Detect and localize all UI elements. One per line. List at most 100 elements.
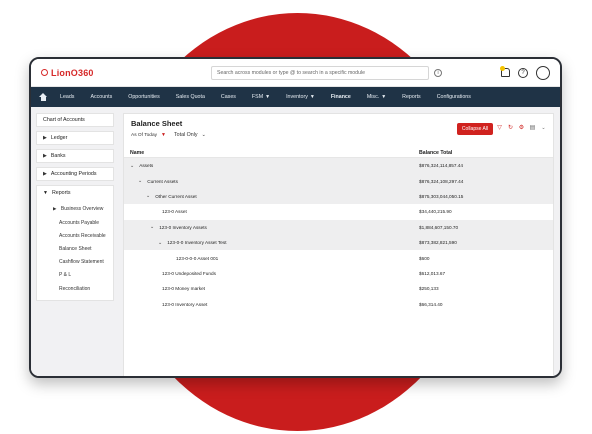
notification-dot (500, 66, 505, 71)
search-input[interactable]: Search across modules or type @ to searc… (211, 65, 442, 80)
nav-inventory[interactable]: Inventory ▼ (278, 94, 323, 100)
nav-inventory-label: Inventory (286, 94, 308, 100)
sidebar-item-balance-sheet[interactable]: Balance Sheet (43, 242, 107, 255)
caret-right-icon: ▶ (43, 135, 47, 141)
nav-sales-quota[interactable]: Sales Quota (168, 94, 213, 100)
help-icon[interactable]: ? (518, 67, 528, 78)
refresh-icon[interactable]: ↻ (507, 125, 514, 132)
row-name: 123-0 Asset (130, 209, 419, 214)
table-row[interactable]: 123-0 Inventory Asset $66,314.40 (124, 297, 553, 312)
nav-misc[interactable]: Misc. ▼ (359, 94, 394, 100)
chevron-down-icon[interactable]: ⌄ (138, 178, 142, 184)
row-value: $612,013.67 (419, 270, 446, 276)
row-label: 123-0-0 Inventory Asset Test (167, 240, 227, 246)
table-row[interactable]: ⌄ 123-0 Inventory Assets $1,884,607,150.7… (124, 219, 553, 235)
row-name: 123-0 Undeposited Funds (130, 271, 419, 276)
logo[interactable]: LionO360 (41, 68, 211, 78)
filter-icon[interactable]: ▽ (496, 125, 503, 132)
row-name: 123-0-0-0 Asset 001 (130, 256, 419, 261)
sidebar-item-business-overview[interactable]: ▶ Business Overview (43, 202, 107, 216)
sidebar-item-cashflow-statement[interactable]: Cashflow Statement (43, 256, 107, 269)
caret-down-icon: ▼ (43, 190, 48, 196)
print-icon[interactable]: ▤ (529, 125, 536, 132)
sidebar-item-ledger[interactable]: ▶ Ledger (36, 131, 114, 145)
notification-bell-icon[interactable] (500, 66, 510, 77)
chevron-down-icon[interactable]: ⌄ (202, 132, 206, 138)
chevron-down-icon[interactable]: ⌄ (150, 224, 154, 230)
column-header-name[interactable]: Name (130, 150, 419, 156)
row-label: 123-0 Inventory Assets (159, 224, 207, 230)
row-value: $600 (419, 255, 430, 261)
sidebar-item-reconciliation[interactable]: Reconciliation (43, 282, 107, 295)
nav-opportunities[interactable]: Opportunities (120, 94, 168, 100)
avatar[interactable] (536, 65, 550, 80)
chevron-down-icon[interactable]: ▼ (161, 132, 166, 138)
info-icon[interactable]: i (434, 68, 442, 77)
nav-leads[interactable]: Leads (52, 94, 82, 100)
table-row[interactable]: ⌄ Other Current Asset $875,303,044,050.15 (124, 188, 553, 205)
sidebar-item-p-and-l[interactable]: P & L (43, 269, 107, 282)
page-title: Balance Sheet (131, 119, 183, 128)
filters-bar: As Of Today ▼ Total Only ⌄ (131, 132, 206, 138)
table-row[interactable]: 123-0 Asset $34,440,215.90 (124, 204, 553, 219)
chevron-down-icon[interactable]: ⌄ (158, 240, 162, 246)
row-label: Other Current Asset (155, 193, 197, 199)
home-icon[interactable] (39, 93, 48, 101)
row-name: 123-0 Money market (130, 286, 419, 291)
sidebar-item-label: Business Overview (60, 206, 104, 212)
logo-text: LionO360 (51, 67, 94, 78)
nav-cases[interactable]: Cases (213, 94, 244, 100)
row-value: $1,884,607,150.70 (419, 224, 459, 230)
table-row[interactable]: 123-0 Money market $250,133 (124, 281, 553, 296)
table-row[interactable]: ⌄ Current Assets $876,324,108,297.44 (124, 173, 553, 189)
sidebar-item-reports[interactable]: ▼ Reports (43, 190, 107, 196)
sidebar-item-chart-of-accounts[interactable]: Chart of Accounts (36, 113, 114, 127)
sidebar-item-accounts-receivable[interactable]: Accounts Receivable (43, 229, 107, 242)
row-value: $250,133 (419, 286, 439, 292)
row-name: ⌄ 123-0 Inventory Assets (130, 224, 419, 230)
row-value: $876,324,108,297.44 (419, 178, 464, 184)
row-value: $875,303,044,050.15 (419, 193, 464, 199)
chevron-down-icon: ▼ (381, 94, 387, 100)
total-filter[interactable]: Total Only (174, 132, 198, 138)
sidebar-item-accounts-payable[interactable]: Accounts Payable (43, 216, 107, 229)
nav-configurations[interactable]: Configurations (429, 94, 479, 100)
main-nav: Leads Accounts Opportunities Sales Quota… (31, 87, 560, 107)
table-row[interactable]: 123-0-0-0 Asset 001 $600 (124, 250, 553, 265)
row-label: 123-0 Inventory Asset (162, 301, 208, 307)
chevron-down-icon[interactable]: ⌄ (146, 193, 150, 199)
chevron-down-icon: ▼ (309, 94, 315, 100)
row-name: 123-0 Inventory Asset (130, 302, 419, 307)
nav-accounts[interactable]: Accounts (82, 94, 120, 100)
chevron-down-icon[interactable]: ⌄ (540, 125, 547, 132)
column-header-balance[interactable]: Balance Total (419, 150, 547, 156)
row-name: ⌄ Assets (130, 163, 419, 169)
sidebar-item-accounting-periods[interactable]: ▶ Accounting Periods (36, 167, 114, 181)
nav-reports[interactable]: Reports (394, 94, 429, 100)
table-header: Name Balance Total (124, 148, 553, 158)
background-stage: LionO360 Search across modules or type @… (0, 0, 592, 434)
caret-right-icon: ▶ (43, 153, 47, 159)
sidebar-item-banks[interactable]: ▶ Banks (36, 149, 114, 163)
chevron-down-icon[interactable]: ⌄ (130, 163, 134, 169)
settings-icon[interactable]: ⚙ (518, 125, 525, 132)
top-icons: ? (500, 65, 550, 80)
sidebar-item-label: Accounting Periods (50, 171, 97, 177)
row-label: 123-0 Money market (162, 286, 205, 292)
nav-finance[interactable]: Finance (323, 94, 359, 100)
as-of-filter[interactable]: As Of Today (131, 133, 157, 138)
chevron-down-icon: ▼ (265, 94, 271, 100)
table-row[interactable]: 123-0 Undeposited Funds $612,013.67 (124, 266, 553, 281)
nav-misc-label: Misc. (366, 94, 380, 100)
row-label: Assets (139, 163, 154, 169)
sidebar-item-label: Reports (51, 190, 71, 196)
collapse-all-button[interactable]: Collapse All (457, 123, 493, 135)
row-label: 123-0 Asset (162, 209, 187, 215)
table-row[interactable]: ⌄ Assets $876,324,114,857.44 (124, 158, 553, 174)
caret-right-icon: ▶ (43, 171, 47, 177)
row-name: ⌄ Other Current Asset (130, 193, 419, 199)
nav-fsm-label: FSM (251, 94, 264, 100)
table-row[interactable]: ⌄ 123-0-0 Inventory Asset Test $873,382,8… (124, 234, 553, 251)
nav-fsm[interactable]: FSM ▼ (244, 94, 278, 100)
sidebar-item-label: Chart of Accounts (43, 117, 85, 123)
